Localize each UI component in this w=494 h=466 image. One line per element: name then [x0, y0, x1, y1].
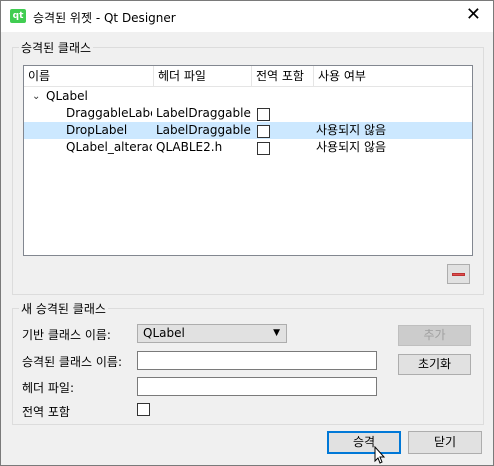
- table-row[interactable]: QLabel_alterada QLABLE2.h 사용되지 않음: [24, 139, 472, 156]
- column-header-usage[interactable]: 사용 여부: [314, 66, 472, 86]
- base-class-label: 기반 클래스 이름:: [22, 328, 111, 342]
- promoted-class-name-label: 승격된 클래스 이름:: [22, 355, 122, 369]
- column-header-name[interactable]: 이름: [24, 66, 154, 86]
- tree-header: 이름 헤더 파일 전역 포함 사용 여부: [24, 66, 472, 87]
- row-global-include-checkbox[interactable]: [257, 125, 270, 138]
- remove-class-button[interactable]: [447, 264, 470, 284]
- promoted-classes-tree[interactable]: 이름 헤더 파일 전역 포함 사용 여부 ⌄ QLabel DraggableL…: [23, 65, 473, 256]
- qt-logo-icon: qt: [10, 9, 26, 23]
- tree-row-base-class[interactable]: ⌄ QLabel: [24, 88, 472, 105]
- row-global-include-checkbox[interactable]: [257, 108, 270, 121]
- close-icon[interactable]: ✕: [466, 5, 481, 25]
- promoted-classes-group-title: 승격된 클래스: [19, 39, 94, 56]
- row-usage: 사용되지 않음: [316, 140, 387, 154]
- dropdown-arrow-icon: ▼: [273, 328, 280, 338]
- global-include-checkbox[interactable]: [137, 403, 150, 416]
- chevron-down-icon[interactable]: ⌄: [32, 88, 40, 105]
- minus-icon: [452, 273, 465, 276]
- base-class-combo-value: QLabel: [143, 326, 185, 340]
- column-header-header-file[interactable]: 헤더 파일: [154, 66, 252, 86]
- close-button[interactable]: 닫기: [408, 431, 482, 454]
- header-file-label: 헤더 파일:: [22, 381, 75, 395]
- row-header-file: QLABLE2.h: [156, 140, 223, 154]
- window-title: 승격된 위젯 - Qt Designer: [33, 11, 176, 25]
- row-global-include-checkbox[interactable]: [257, 142, 270, 155]
- base-class-combo[interactable]: QLabel ▼: [137, 324, 287, 343]
- new-promoted-class-group-title: 새 승격된 클래스: [19, 300, 108, 317]
- header-file-input[interactable]: [137, 377, 377, 396]
- promoted-widgets-dialog: qt 승격된 위젯 - Qt Designer ✕ 승격된 클래스 이름 헤더 …: [0, 0, 494, 466]
- add-button[interactable]: 추가: [398, 325, 471, 346]
- mouse-cursor-icon: [374, 446, 386, 464]
- row-usage: 사용되지 않음: [316, 123, 387, 137]
- title-bar: qt 승격된 위젯 - Qt Designer ✕: [1, 1, 493, 32]
- reset-button[interactable]: 초기화: [398, 354, 471, 375]
- row-header-file: LabelDraggable.h: [156, 123, 252, 137]
- base-class-name: QLabel: [46, 89, 88, 103]
- table-row[interactable]: DropLabel LabelDraggable.h 사용되지 않음: [24, 122, 472, 139]
- row-class-name: DraggableLabel: [66, 106, 152, 120]
- table-row[interactable]: DraggableLabel LabelDraggable: [24, 105, 472, 122]
- row-class-name: QLabel_alterada: [66, 140, 152, 154]
- row-class-name: DropLabel: [66, 123, 128, 137]
- row-header-file: LabelDraggable: [156, 106, 251, 120]
- promote-button[interactable]: 승격: [327, 431, 401, 454]
- promoted-class-name-input[interactable]: [137, 351, 377, 370]
- global-include-label: 전역 포함: [22, 405, 70, 419]
- column-header-global-include[interactable]: 전역 포함: [252, 66, 314, 86]
